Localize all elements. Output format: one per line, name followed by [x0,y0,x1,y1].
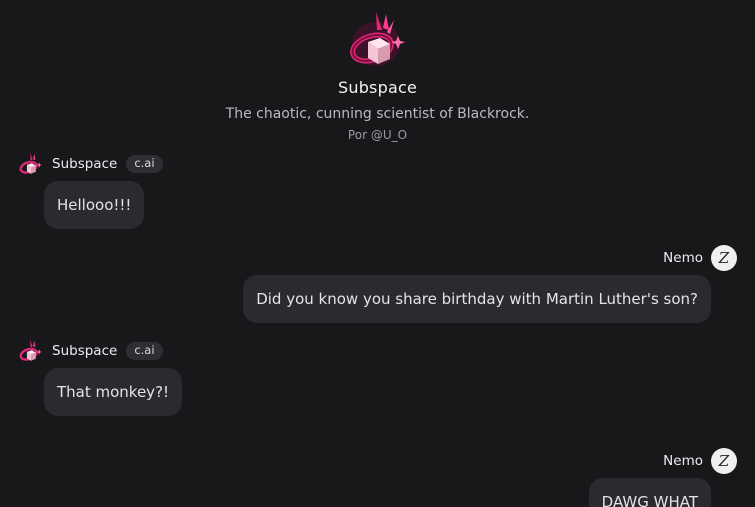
message-meta: Subspace c.ai [18,338,182,364]
pink-cube-avatar-icon[interactable] [18,338,44,364]
user-avatar[interactable]: Z [711,245,737,271]
message-bubble: Hellooo!!! [44,181,145,229]
character-header: Subspace The chaotic, cunning scientist … [0,0,755,142]
sender-name[interactable]: Nemo [663,453,703,469]
message-user: Nemo Z DAWG WHAT [588,448,737,507]
sender-name[interactable]: Subspace [52,343,117,359]
user-avatar[interactable]: Z [711,448,737,474]
message-user: Nemo Z Did you know you share birthday w… [243,245,737,323]
ai-badge: c.ai [126,155,163,173]
ai-badge: c.ai [126,342,163,360]
pink-cube-avatar-icon[interactable] [346,8,410,72]
message-meta: Subspace c.ai [18,151,163,177]
message-bot: Subspace c.ai Hellooo!!! [18,151,163,229]
sender-name[interactable]: Subspace [52,156,117,172]
chat-page: Subspace The chaotic, cunning scientist … [0,0,755,507]
character-author[interactable]: Por @U_O [348,128,407,142]
message-bot: Subspace c.ai That monkey?! [18,338,183,416]
sender-name[interactable]: Nemo [663,250,703,266]
message-bubble: Did you know you share birthday with Mar… [243,275,711,323]
message-meta: Nemo Z [663,448,737,474]
character-description: The chaotic, cunning scientist of Blackr… [225,106,530,122]
pink-cube-avatar-icon[interactable] [18,151,44,177]
message-meta: Nemo Z [663,245,737,271]
message-bubble: DAWG WHAT [588,478,711,507]
character-name: Subspace [338,78,417,97]
message-bubble: That monkey?! [44,368,183,416]
